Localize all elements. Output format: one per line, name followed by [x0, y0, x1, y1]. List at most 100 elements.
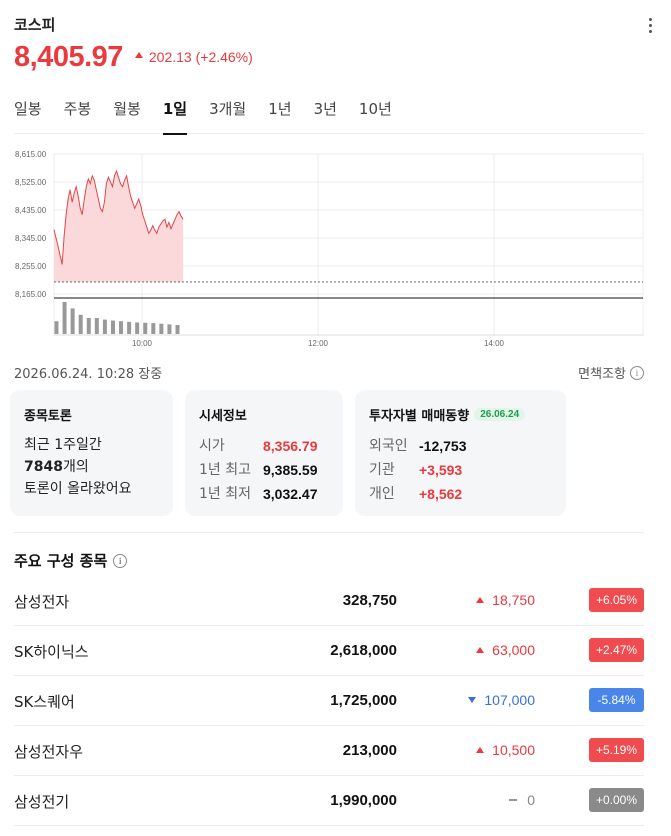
volume-bar — [102, 319, 107, 334]
quote-row-52w-high: 1년 최고 9,385.59 — [199, 458, 329, 482]
investor-row-individual: 개인 +8,562 — [369, 482, 552, 506]
up-arrow-icon — [476, 747, 485, 753]
volume-bar — [167, 324, 172, 334]
disclaimer-link[interactable]: 면책조항 i — [578, 363, 644, 382]
section-divider — [14, 532, 644, 533]
volume-bar — [175, 325, 180, 334]
investor-label: 기관 — [369, 462, 395, 478]
quote-value: 9,385.59 — [263, 462, 318, 478]
tab-10year[interactable]: 10년 — [359, 92, 392, 134]
y-tick-label: 8,345.00 — [15, 234, 47, 243]
down-arrow-icon — [468, 697, 477, 703]
date-badge: 26.06.24 — [474, 408, 526, 421]
discussion-card[interactable]: 종목토론 최근 1주일간 7848개의 토론이 올라왔어요 — [10, 390, 173, 516]
stock-row[interactable]: 삼성전자우 213,000 10,500 +5.19% — [14, 726, 644, 776]
discussion-card-body: 최근 1주일간 7848개의 토론이 올라왔어요 — [24, 434, 159, 500]
quote-row-open: 시가 8,356.79 — [199, 434, 329, 458]
volume-bar — [159, 323, 164, 334]
quote-value: 8,356.79 — [263, 438, 318, 454]
investor-row-institution: 기관 +3,593 — [369, 458, 552, 482]
constituent-list: 삼성전자 328,750 18,750 +6.05% SK하이닉스 2,618,000 63… — [14, 576, 644, 826]
volume-bar — [94, 318, 99, 334]
investor-card-title: 투자자별 매매동향 — [369, 409, 470, 424]
disclaimer-label: 면책조항 — [578, 367, 626, 382]
quote-value: 3,032.47 — [263, 486, 318, 502]
stock-rate-badge: +0.00% — [589, 788, 644, 812]
investor-label: 외국인 — [369, 438, 408, 454]
price-change: 202.13 (+2.46%) — [148, 49, 253, 65]
stock-change: 107,000 — [468, 692, 535, 708]
discussion-line2: 7848개의 — [24, 456, 159, 478]
up-arrow-icon — [134, 52, 143, 58]
investor-label: 개인 — [369, 486, 395, 502]
stock-row[interactable]: 삼성전자 328,750 18,750 +6.05% — [14, 576, 644, 626]
tab-monthly-candle[interactable]: 월봉 — [113, 92, 141, 134]
up-arrow-icon — [476, 647, 485, 653]
stock-change: 10,500 — [476, 742, 535, 758]
index-title: 코스피 — [14, 16, 56, 34]
investor-card-title-row: 투자자별 매매동향 26.06.24 — [369, 405, 552, 424]
tab-weekly-candle[interactable]: 주봉 — [64, 92, 92, 134]
volume-bar — [62, 302, 67, 334]
discussion-line3: 토론이 올라왔어요 — [24, 481, 132, 497]
current-price: 8,405.97 — [14, 41, 123, 73]
stock-row[interactable]: 삼성전기 1,990,000 0 +0.00% — [14, 776, 644, 826]
volume-bar — [110, 320, 115, 334]
stock-price: 1,725,000 — [330, 692, 397, 709]
volume-bar — [127, 321, 132, 334]
volume-bar — [135, 322, 140, 334]
stock-rate-badge: +6.05% — [589, 588, 644, 612]
index-header: 코스피 8,405.97 202.13 (+2.46%) — [14, 14, 654, 74]
up-arrow-icon — [476, 597, 485, 603]
stock-price: 328,750 — [342, 592, 397, 609]
flat-dash-icon — [509, 799, 518, 801]
tab-daily-candle[interactable]: 일봉 — [14, 92, 42, 134]
quote-card-title: 시세정보 — [199, 409, 247, 424]
volume-bar — [151, 323, 156, 334]
volume-bar — [54, 321, 59, 334]
section-title-row: 주요 구성 종목 i — [14, 550, 128, 571]
stock-row[interactable]: SK하이닉스 2,618,000 63,000 +2.47% — [14, 626, 644, 676]
tab-1year[interactable]: 1년 — [268, 92, 291, 134]
info-icon[interactable]: i — [113, 553, 128, 568]
stock-name[interactable]: 삼성전자 — [14, 591, 69, 612]
stock-name[interactable]: SK하이닉스 — [14, 641, 89, 662]
stock-change-value: 107,000 — [484, 692, 535, 708]
stock-change-value: 63,000 — [492, 642, 535, 658]
stock-rate-badge: -5.84% — [589, 688, 644, 712]
stock-price: 2,618,000 — [330, 642, 397, 659]
x-tick-label: 14:00 — [484, 339, 505, 348]
discussion-count: 7848 — [24, 459, 63, 475]
stock-name[interactable]: SK스퀘어 — [14, 691, 75, 712]
quote-info-card[interactable]: 시세정보 시가 8,356.79 1년 최고 9,385.59 1년 최저 3,… — [185, 390, 343, 516]
investor-value: +3,593 — [419, 462, 463, 478]
x-tick-label: 12:00 — [308, 339, 329, 348]
tab-1day[interactable]: 1일 — [162, 92, 188, 135]
more-options-icon[interactable] — [646, 18, 654, 36]
stock-name[interactable]: 삼성전기 — [14, 791, 69, 812]
tab-3year[interactable]: 3년 — [314, 92, 337, 134]
y-tick-label: 8,435.00 — [15, 206, 47, 215]
y-tick-label: 8,255.00 — [15, 262, 47, 271]
stock-change: 18,750 — [476, 592, 535, 608]
stock-change-value: 18,750 — [492, 592, 535, 608]
volume-bar — [119, 321, 124, 334]
tab-3month[interactable]: 3개월 — [209, 92, 246, 134]
info-icon: i — [630, 365, 644, 380]
investor-value: +8,562 — [419, 486, 463, 502]
volume-bar — [143, 322, 148, 334]
x-tick-label: 10:00 — [132, 339, 153, 348]
timestamp: 2026.06.24. 10:28 장중 — [14, 367, 163, 382]
volume-bar — [78, 314, 83, 334]
intraday-chart[interactable]: 8,615.00 8,525.00 8,435.00 8,345.00 8,255.00… — [0, 140, 671, 352]
y-tick-label: 8,615.00 — [15, 150, 47, 159]
stock-change-value: 0 — [527, 792, 535, 808]
stock-row[interactable]: SK스퀘어 1,725,000 107,000 -5.84% — [14, 676, 644, 726]
quote-label: 1년 최저 — [199, 486, 251, 502]
quote-row-52w-low: 1년 최저 3,032.47 — [199, 482, 329, 506]
stock-name[interactable]: 삼성전자우 — [14, 741, 83, 762]
y-tick-label: 8,165.00 — [15, 290, 47, 299]
investor-trend-card[interactable]: 투자자별 매매동향 26.06.24 외국인 -12,753 기관 +3,593… — [355, 390, 566, 516]
price-area — [54, 171, 184, 282]
period-tabs: 일봉 주봉 월봉 1일 3개월 1년 3년 10년 — [14, 92, 644, 135]
